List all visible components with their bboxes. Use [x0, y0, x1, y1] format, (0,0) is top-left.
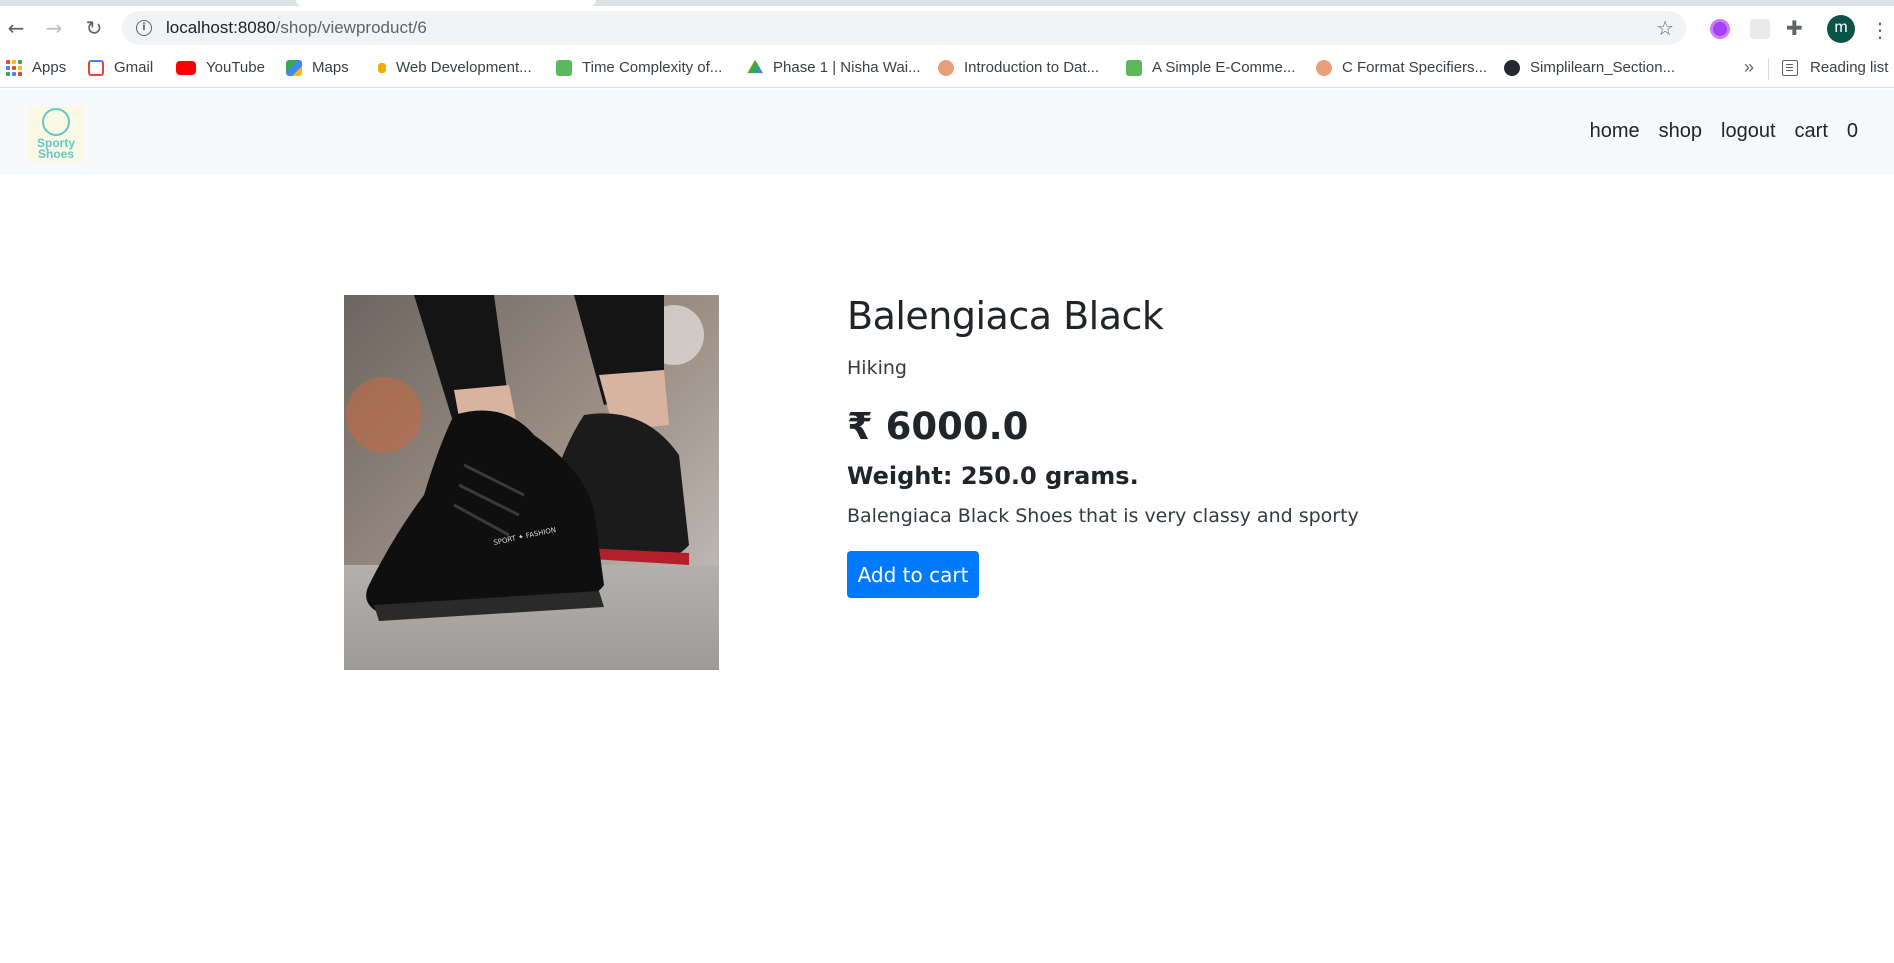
more-menu-icon[interactable]: ⋮ — [1870, 18, 1890, 42]
add-to-cart-button[interactable]: Add to cart — [847, 551, 979, 598]
bookmark-phase-1[interactable]: Phase 1 | Nisha Wai... — [747, 59, 921, 76]
google-drive-icon — [747, 59, 763, 74]
gmail-icon — [88, 59, 104, 76]
forward-icon[interactable]: → — [40, 14, 68, 42]
bookmark-gmail[interactable]: Gmail — [88, 59, 153, 76]
bookmark-time-complexity[interactable]: Time Complexity of... — [556, 59, 722, 76]
reading-list-label: Reading list — [1810, 59, 1889, 76]
bookmark-label: YouTube — [206, 59, 265, 76]
bookmark-star-icon[interactable]: ☆ — [1656, 16, 1674, 40]
leaf-icon — [556, 59, 572, 76]
product-price: ₹ 6000.0 — [847, 405, 1029, 448]
reading-list-icon — [1782, 59, 1798, 76]
bookmark-label: Time Complexity of... — [582, 59, 723, 76]
url-text[interactable]: localhost:8080/shop/viewproduct/6 — [166, 18, 427, 38]
bookmark-simple-ecommerce[interactable]: A Simple E-Comme... — [1126, 59, 1295, 76]
url-path: /shop/viewproduct/6 — [275, 18, 427, 37]
url-host: localhost:8080 — [166, 18, 276, 37]
bookmarks-bar: Apps Gmail YouTube Maps Web Development.… — [0, 50, 1894, 88]
sporty-shoes-logo[interactable]: Sporty Shoes — [28, 106, 84, 162]
reload-icon[interactable]: ↻ — [80, 14, 108, 42]
leaf-icon — [1126, 59, 1142, 76]
back-icon[interactable]: ← — [2, 14, 30, 42]
extension-icon[interactable] — [1750, 19, 1770, 39]
bookmark-label: Simplilearn_Section... — [1530, 59, 1676, 76]
bookmark-label: Maps — [312, 59, 349, 76]
avatar-favicon — [938, 59, 954, 76]
reading-list-button[interactable]: Reading list — [1782, 59, 1888, 76]
bookmark-label: Gmail — [114, 59, 154, 76]
site-info-icon[interactable]: i — [136, 20, 152, 36]
nav-home-link[interactable]: home — [1590, 120, 1640, 143]
bookmark-youtube[interactable]: YouTube — [176, 59, 265, 76]
bookmark-simplilearn[interactable]: Simplilearn_Section... — [1504, 59, 1675, 76]
product-image: SPORT ✦ FASHION — [344, 295, 719, 670]
site-navbar: Sporty Shoes home shop logout cart 0 — [0, 89, 1894, 175]
bookmark-apps[interactable]: Apps — [6, 59, 66, 76]
cart-count[interactable]: 0 — [1847, 120, 1858, 143]
logo-text-line2: Shoes — [37, 147, 74, 161]
address-bar[interactable]: i localhost:8080/shop/viewproduct/6 ☆ — [122, 11, 1686, 45]
nav-cart-link[interactable]: cart — [1795, 120, 1828, 143]
bookmark-maps[interactable]: Maps — [286, 59, 349, 76]
ball-icon — [42, 108, 70, 136]
bookmark-label: Phase 1 | Nisha Wai... — [773, 59, 921, 76]
product-category: Hiking — [847, 357, 907, 379]
bookmark-label: Apps — [32, 59, 67, 76]
youtube-icon — [176, 60, 196, 75]
nav-links: home shop logout cart 0 — [1590, 120, 1858, 143]
bookmark-label: Web Development... — [396, 59, 532, 76]
product-description: Balengiaca Black Shoes that is very clas… — [847, 505, 1359, 527]
bookmark-introduction[interactable]: Introduction to Dat... — [938, 59, 1099, 76]
maps-icon — [286, 59, 302, 76]
bookmark-label: A Simple E-Comme... — [1152, 59, 1296, 76]
extensions-puzzle-icon[interactable]: ✚ — [1786, 16, 1806, 40]
browser-toolbar: ← → ↻ i localhost:8080/shop/viewproduct/… — [0, 6, 1894, 50]
product-title: Balengiaca Black — [847, 294, 1164, 338]
bookmark-label: C Format Specifiers... — [1342, 59, 1488, 76]
github-icon — [1504, 59, 1520, 76]
extension-icon[interactable] — [1710, 19, 1730, 39]
nav-shop-link[interactable]: shop — [1659, 120, 1702, 143]
product-weight: Weight: 250.0 grams. — [847, 462, 1139, 490]
nav-logout-link[interactable]: logout — [1721, 120, 1776, 143]
avatar-favicon — [1316, 59, 1332, 76]
more-bookmarks-chevron-icon[interactable]: » — [1744, 57, 1754, 78]
bookmark-favicon — [378, 62, 386, 73]
bookmarks-divider — [1768, 58, 1769, 80]
shoe-photo: SPORT ✦ FASHION — [344, 295, 719, 670]
bookmark-label: Introduction to Dat... — [964, 59, 1100, 76]
profile-avatar[interactable]: m — [1827, 15, 1855, 43]
apps-grid-icon — [6, 59, 22, 76]
bookmark-web-development[interactable]: Web Development... — [374, 59, 532, 76]
bookmark-c-format[interactable]: C Format Specifiers... — [1316, 59, 1487, 76]
